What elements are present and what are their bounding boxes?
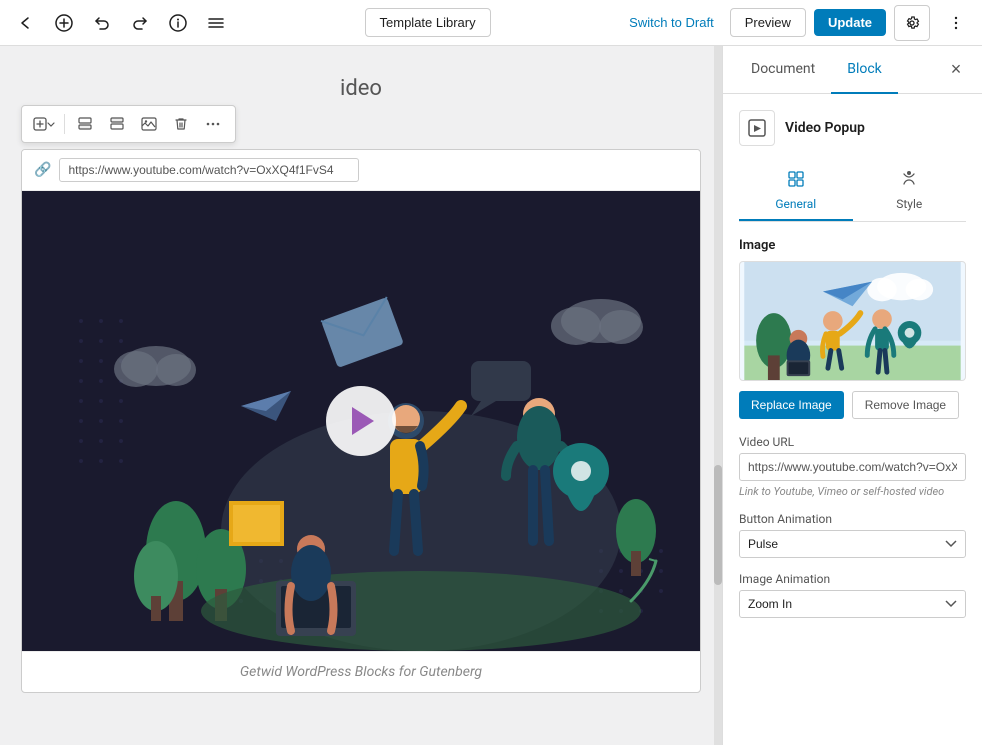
image-section: Image [739,238,966,419]
main-layout: ideo [0,46,982,745]
video-url-bar: 🔗 [22,150,700,191]
block-heading-text: ideo [340,76,382,101]
add-block-button[interactable] [46,5,82,41]
replace-image-button[interactable]: Replace Image [739,391,844,419]
image-animation-label: Image Animation [739,572,966,586]
toolbar-center: Template Library [238,8,617,37]
top-toolbar: Template Library Switch to Draft Preview… [0,0,982,46]
template-library-button[interactable]: Template Library [365,8,491,37]
video-preview [22,191,700,651]
block-type-icon [739,110,775,146]
sub-tab-style-label: Style [896,197,922,211]
editor-inner: ideo [21,66,701,693]
block-type-icon-btn[interactable] [30,110,58,138]
image-btn[interactable] [135,110,163,138]
panel-close-button[interactable]: × [942,56,970,84]
image-animation-select[interactable]: Zoom In None Zoom Out Fade Slide Up [739,590,966,618]
sub-tab-style[interactable]: Style [853,162,967,221]
play-button[interactable] [326,386,396,456]
video-url-hint: Link to Youtube, Vimeo or self-hosted vi… [739,485,966,498]
button-animation-label: Button Animation [739,512,966,526]
remove-image-button[interactable]: Remove Image [852,391,959,419]
move-down-btn[interactable] [103,110,131,138]
scroll-thumb [714,465,722,585]
toolbar-left [8,5,234,41]
undo-button[interactable] [84,5,120,41]
move-up-btn[interactable] [71,110,99,138]
preview-button[interactable]: Preview [730,8,806,37]
scroll-indicator[interactable] [714,46,722,745]
redo-button[interactable] [122,5,158,41]
video-block: 🔗 [21,149,701,693]
toolbar-sep-1 [64,114,65,134]
block-heading: ideo [21,66,701,105]
sub-tabs: General Style [739,162,966,222]
panel-tabs: Document Block [735,46,898,94]
video-url-input[interactable] [59,158,359,182]
sub-tab-general-label: General [775,197,816,211]
more-block-options-btn[interactable] [199,110,227,138]
image-preview-box [739,261,966,381]
style-icon [900,170,918,193]
update-button[interactable]: Update [814,9,886,36]
block-type-name: Video Popup [785,120,865,136]
info-button[interactable] [160,5,196,41]
menu-button[interactable] [198,5,234,41]
video-url-field[interactable] [739,453,966,481]
image-section-label: Image [739,238,966,253]
toolbar-right: Switch to Draft Preview Update [621,5,974,41]
video-url-section: Video URL Link to Youtube, Vimeo or self… [739,435,966,498]
block-toolbar [21,105,236,143]
panel-header: Document Block × [723,46,982,94]
settings-button[interactable] [894,5,930,41]
button-animation-select[interactable]: Pulse None Bounce Shake Spin [739,530,966,558]
editor-area: ideo [0,46,722,745]
video-caption: Getwid WordPress Blocks for Gutenberg [22,651,700,692]
panel-content: Video Popup General Style [723,94,982,745]
block-type-header: Video Popup [739,110,966,146]
switch-draft-button[interactable]: Switch to Draft [621,9,722,36]
tab-block[interactable]: Block [831,46,898,94]
right-panel: Document Block × Video Popup General [722,46,982,745]
tab-document[interactable]: Document [735,46,831,94]
image-buttons: Replace Image Remove Image [739,391,966,419]
link-icon: 🔗 [34,162,51,178]
button-animation-section: Button Animation Pulse None Bounce Shake… [739,512,966,572]
general-icon [787,170,805,193]
more-options-button[interactable] [938,5,974,41]
delete-btn[interactable] [167,110,195,138]
image-animation-section: Image Animation Zoom In None Zoom Out Fa… [739,572,966,632]
sub-tab-general[interactable]: General [739,162,853,221]
back-button[interactable] [8,5,44,41]
video-url-label: Video URL [739,435,966,449]
